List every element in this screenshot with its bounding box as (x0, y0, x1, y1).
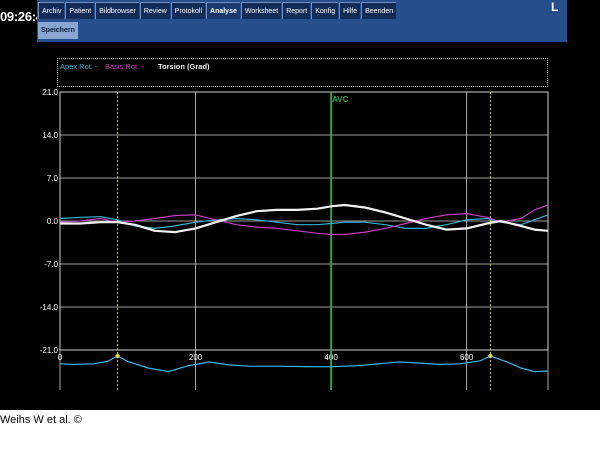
rotation-chart: 21.014.07.00.0-7.0-14.0-21.00200400600AV… (40, 88, 549, 390)
y-tick-label: 14.0 (42, 131, 58, 140)
ecg-trace (59, 355, 549, 373)
y-tick-label: 21.0 (42, 88, 58, 97)
y-tick-label: -21.0 (40, 346, 59, 355)
ultrasound-workstation-screen: 09:26:41 Archiv Patient Bildbrowser Revi… (0, 0, 600, 410)
y-tick-label: -7.0 (44, 260, 58, 269)
ecg-marker-dot (115, 353, 120, 359)
avc-label: AVC (332, 95, 349, 104)
y-tick-label: -14.0 (40, 303, 59, 312)
y-tick-label: 7.0 (47, 174, 59, 183)
x-tick-label: 200 (189, 353, 203, 362)
y-tick-label: 0.0 (47, 217, 59, 226)
series-torsion-line (60, 203, 549, 234)
x-tick-label: 0 (58, 353, 63, 362)
ecg-marker-dot (488, 353, 493, 359)
x-tick-label: 600 (460, 353, 474, 362)
image-caption: Weihs W et al. © (0, 414, 82, 426)
